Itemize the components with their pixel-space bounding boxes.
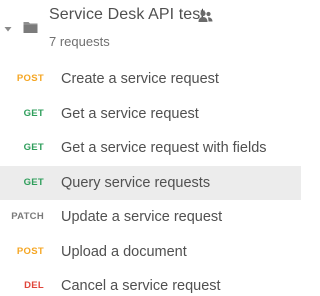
method-badge: POST [16,73,44,84]
request-name: Update a service request [61,209,223,225]
request-item-query[interactable]: GET Query service requests [0,165,301,200]
request-name: Get a service request with fields [61,140,267,156]
request-item-get-with-fields[interactable]: GET Get a service request with fields [0,131,301,166]
method-badge: PATCH [11,211,44,222]
collection-header[interactable]: Service Desk API test 7 requests [0,0,301,62]
request-item-get[interactable]: GET Get a service request [0,97,301,132]
method-badge: GET [23,176,44,188]
request-name: Create a service request [61,71,219,87]
folder-icon [23,20,38,34]
request-item-create[interactable]: POST Create a service request [0,62,301,97]
method-badge: GET [23,107,44,119]
collection-panel: Service Desk API test 7 requests POST Cr… [0,0,301,296]
request-name: Cancel a service request [61,278,221,294]
caret-down-icon[interactable] [3,24,13,34]
request-item-upload[interactable]: POST Upload a document [0,235,301,270]
request-name: Query service requests [61,174,211,191]
method-badge: GET [23,142,44,153]
request-name: Upload a document [61,243,187,260]
request-item-update[interactable]: PATCH Update a service request [0,200,301,235]
team-icon [198,10,213,23]
request-item-cancel[interactable]: DEL Cancel a service request [0,269,301,296]
collection-name[interactable]: Service Desk API test [49,6,205,24]
method-badge: DEL [24,280,44,291]
request-name: Get a service request [61,105,199,122]
method-badge: POST [16,245,44,257]
request-list: POST Create a service request GET Get a … [0,62,301,296]
request-count: 7 requests [49,34,110,49]
